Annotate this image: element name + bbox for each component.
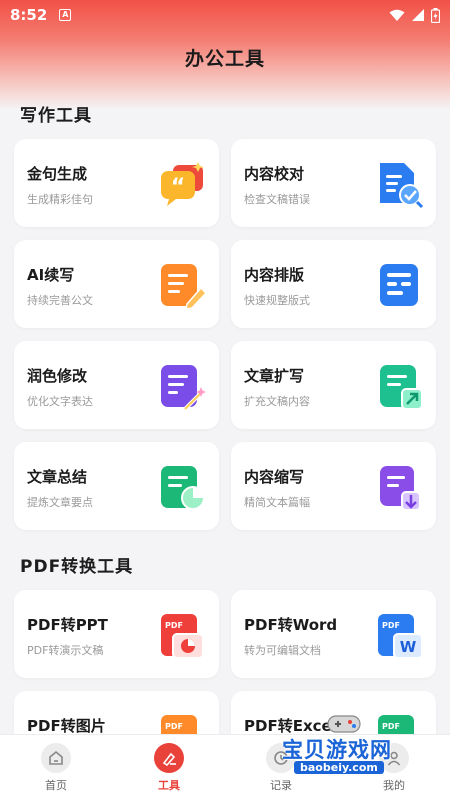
tools-icon: [154, 743, 184, 773]
card-subtitle: 转为可编辑文档: [244, 644, 321, 657]
nav-label: 首页: [45, 779, 67, 792]
card-title: 润色修改: [27, 367, 88, 385]
card-title: PDF转图片: [27, 717, 106, 735]
tool-card-expand[interactable]: 文章扩写 扩充文稿内容: [231, 341, 436, 429]
card-title: 文章总结: [27, 468, 88, 486]
nav-label: 工具: [158, 779, 180, 792]
card-subtitle: PDF转演示文稿: [27, 644, 104, 657]
card-subtitle: 检查文稿错误: [244, 193, 310, 206]
doc-shrink-icon: [380, 466, 421, 511]
card-title: AI续写: [27, 266, 75, 284]
card-subtitle: 快速规整版式: [244, 294, 310, 307]
tool-card-quote[interactable]: 金句生成 生成精彩佳句 “: [14, 139, 219, 227]
pdf-word-icon: PDF W: [378, 614, 423, 659]
tool-card-pdf-word[interactable]: PDF转Word 转为可编辑文档 PDF W: [231, 590, 436, 678]
wifi-icon: [389, 9, 405, 21]
card-title: 内容校对: [244, 165, 305, 183]
card-title: 文章扩写: [244, 367, 305, 385]
home-icon: [41, 743, 71, 773]
card-title: 金句生成: [27, 165, 88, 183]
tool-card-summary[interactable]: 文章总结 提炼文章要点: [14, 442, 219, 530]
doc-layout-icon: [380, 264, 418, 306]
doc-magic-icon: [161, 365, 206, 411]
svg-text:“: “: [171, 175, 185, 200]
tool-card-continue[interactable]: AI续写 持续完善公文: [14, 240, 219, 328]
doc-pie-icon: [161, 466, 205, 510]
battery-icon: [431, 7, 440, 23]
status-bar: 8:52 A: [0, 0, 450, 30]
svg-text:PDF: PDF: [165, 722, 183, 731]
card-subtitle: 扩充文稿内容: [244, 395, 310, 408]
svg-text:W: W: [400, 638, 417, 656]
card-title: 内容排版: [244, 266, 305, 284]
card-subtitle: 持续完善公文: [27, 294, 93, 307]
card-title: PDF转Word: [244, 616, 338, 634]
notification-badge-icon: A: [59, 9, 72, 21]
tool-card-pdf-ppt[interactable]: PDF转PPT PDF转演示文稿 PDF: [14, 590, 219, 678]
card-subtitle: 优化文字表达: [27, 395, 93, 408]
svg-text:PDF: PDF: [382, 621, 400, 630]
tool-card-layout[interactable]: 内容排版 快速规整版式: [231, 240, 436, 328]
card-subtitle: 提炼文章要点: [27, 496, 93, 509]
status-icons: [389, 7, 440, 23]
watermark-url: baobeiy.com: [294, 761, 384, 774]
page-title: 办公工具: [184, 48, 265, 70]
nav-home[interactable]: 首页: [26, 743, 86, 793]
svg-text:PDF: PDF: [165, 621, 183, 630]
section-title-writing: 写作工具: [20, 106, 92, 126]
card-title: 内容缩写: [244, 468, 305, 486]
quote-bubble-icon: “: [161, 162, 204, 206]
tool-card-proofread[interactable]: 内容校对 检查文稿错误: [231, 139, 436, 227]
section-title-pdf: PDF转换工具: [20, 557, 134, 577]
doc-pencil-icon: [161, 264, 207, 310]
watermark-text: 宝贝游戏网: [282, 738, 392, 762]
card-subtitle: 生成精彩佳句: [27, 193, 93, 206]
tool-card-polish[interactable]: 润色修改 优化文字表达: [14, 341, 219, 429]
pdf-ppt-icon: PDF: [161, 614, 204, 659]
nav-tools[interactable]: 工具: [139, 743, 199, 793]
watermark: 宝贝游戏网 baobeiy.com: [280, 712, 430, 782]
card-subtitle: 精简文本篇幅: [244, 496, 310, 509]
signal-icon: [412, 8, 424, 21]
doc-expand-icon: [380, 365, 423, 410]
doc-check-icon: [380, 163, 424, 209]
status-time: 8:52: [10, 6, 48, 24]
card-title: PDF转PPT: [27, 616, 108, 634]
tool-card-shrink[interactable]: 内容缩写 精简文本篇幅: [231, 442, 436, 530]
gamepad-icon: [327, 715, 361, 733]
